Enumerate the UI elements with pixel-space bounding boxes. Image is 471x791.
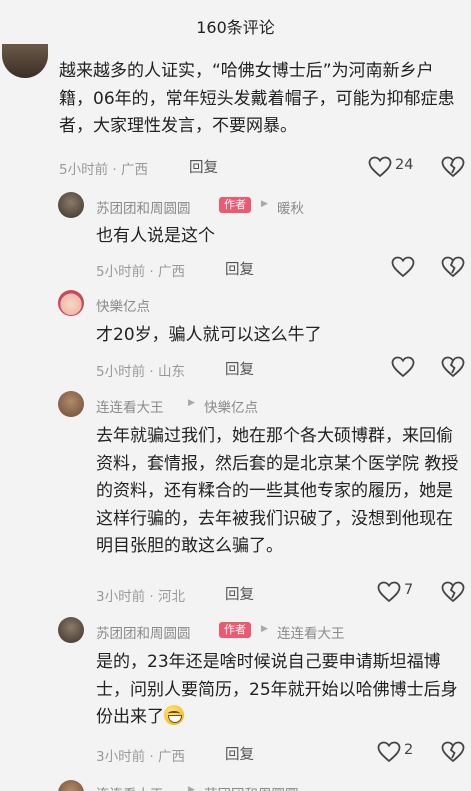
reply-to-username[interactable]: 快樂亿点 — [204, 396, 258, 416]
heart-outline-icon[interactable] — [368, 156, 392, 178]
reply-text: 是的，23年还是啥时候说自己要申请斯坦福博士，问别人要简历，25年就开始以哈佛博… — [96, 649, 464, 732]
reply-text: 才20岁，骗人就可以这么牛了 — [96, 325, 322, 345]
grin-emoji-icon — [164, 705, 184, 725]
reply-meta: 3小时前 · 广西 — [96, 749, 185, 765]
triangle-right-icon: ▶ — [261, 199, 268, 209]
reply-meta: 5小时前 · 广西 — [96, 264, 185, 280]
reply-to-username[interactable]: 暖秋 — [277, 197, 304, 217]
broken-heart-icon[interactable] — [441, 741, 465, 763]
avatar[interactable] — [58, 391, 84, 417]
avatar[interactable] — [2, 44, 48, 78]
reply-to-username[interactable]: 连连看大王 — [277, 622, 345, 642]
comment-text: 越来越多的人证实，“哈佛女博士后”为河南新乡户籍，06年的，常年短头发戴着帽子，… — [59, 61, 455, 136]
reply-username[interactable]: 连连看大王 — [96, 396, 164, 416]
like-count: 7 — [404, 582, 414, 598]
avatar[interactable] — [58, 290, 84, 316]
reply-to-username[interactable]: 苏团团和周圆圆 — [204, 783, 299, 791]
heart-outline-icon[interactable] — [377, 741, 401, 763]
reply-username[interactable]: 快樂亿点 — [96, 295, 150, 315]
avatar[interactable] — [58, 192, 84, 218]
broken-heart-icon[interactable] — [441, 581, 465, 603]
reply-button[interactable]: 回复 — [189, 156, 218, 177]
reply-username[interactable]: 苏团团和周圆圆 — [96, 622, 191, 642]
reply-username[interactable]: 连连看大王 — [96, 783, 164, 791]
like-count: 2 — [404, 742, 414, 758]
reply-button[interactable]: 回复 — [225, 258, 254, 279]
reply-meta: 5小时前 · 山东 — [96, 364, 185, 380]
avatar[interactable] — [58, 780, 84, 791]
reply-username[interactable]: 苏团团和周圆圆 — [96, 197, 191, 217]
reply-button[interactable]: 回复 — [225, 358, 254, 379]
triangle-right-icon: ▶ — [188, 785, 195, 791]
like-count: 24 — [395, 157, 414, 173]
avatar[interactable] — [58, 617, 84, 643]
author-badge: 作者 — [219, 197, 251, 213]
reply-button[interactable]: 回复 — [225, 583, 254, 604]
comment-count-title: 160条评论 — [196, 18, 275, 37]
broken-heart-icon[interactable] — [441, 256, 465, 278]
reply-button[interactable]: 回复 — [225, 743, 254, 764]
triangle-right-icon: ▶ — [188, 398, 195, 408]
heart-outline-icon[interactable] — [377, 581, 401, 603]
reply-text: 也有人说是这个 — [96, 226, 215, 246]
comments-header: 160条评论 — [0, 0, 471, 48]
reply-text-content: 是的，23年还是啥时候说自己要申请斯坦福博士，问别人要简历，25年就开始以哈佛博… — [96, 652, 458, 727]
reply-meta: 3小时前 · 河北 — [96, 589, 185, 605]
triangle-right-icon: ▶ — [261, 624, 268, 634]
broken-heart-icon[interactable] — [441, 356, 465, 378]
heart-outline-icon[interactable] — [391, 356, 415, 378]
reply-text: 去年就骗过我们，她在那个各大硕博群，来回偷资料，套情报，然后套的是北京某个医学院… — [96, 426, 459, 556]
broken-heart-icon[interactable] — [441, 156, 465, 178]
author-badge: 作者 — [219, 622, 251, 638]
comment-meta: 5小时前 · 广西 — [59, 162, 148, 178]
heart-outline-icon[interactable] — [391, 256, 415, 278]
